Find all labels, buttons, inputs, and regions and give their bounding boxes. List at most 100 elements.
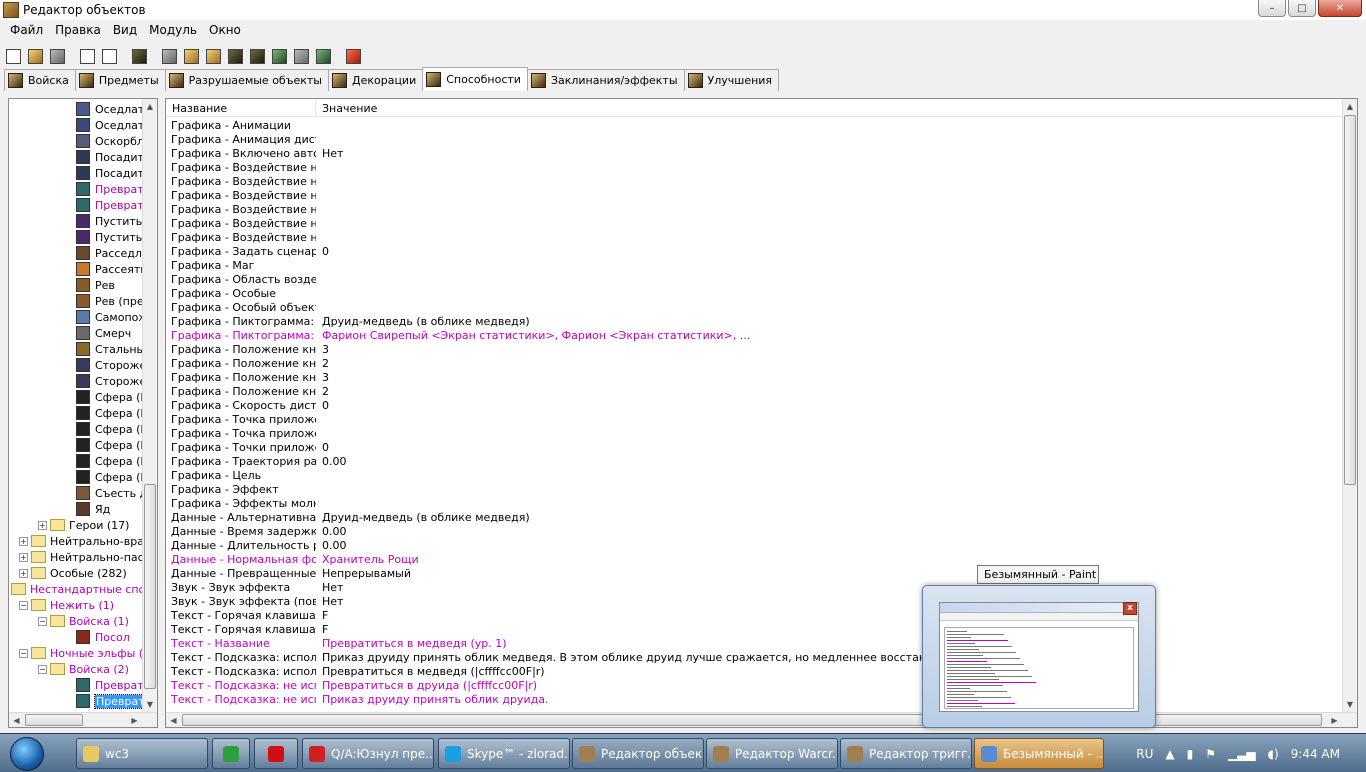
sound-editor-button[interactable]	[181, 46, 201, 66]
property-row[interactable]: Звук - Звук эффекта Нет	[166, 581, 1342, 595]
tree-item[interactable]: − Войска (2)	[9, 661, 144, 677]
tree-item[interactable]: − Войска (1)	[9, 613, 144, 629]
expand-icon[interactable]: +	[19, 536, 28, 546]
expand-icon[interactable]: +	[19, 552, 28, 562]
tree-item[interactable]: Оскорблен	[9, 133, 144, 149]
property-row[interactable]: Графика - Точка приложе...	[166, 427, 1342, 441]
network-icon[interactable]: ▁▃▅	[1228, 747, 1256, 761]
new-button[interactable]	[3, 46, 23, 66]
scroll-right-icon[interactable]: ▶	[1327, 716, 1342, 725]
property-row[interactable]: Графика - Траектория рак... 0.00	[166, 455, 1342, 469]
property-row[interactable]: Графика - Особые	[166, 287, 1342, 301]
tree-item[interactable]: Сфера (Воз	[9, 389, 144, 405]
property-row[interactable]: Графика - Воздействие на...	[166, 203, 1342, 217]
property-row[interactable]: Графика - Воздействие на...	[166, 161, 1342, 175]
tree-item[interactable]: Превратит	[9, 693, 144, 709]
property-row[interactable]: Графика - Эффекты молнии	[166, 497, 1342, 511]
tree-item[interactable]: + Герои (17)	[9, 517, 144, 533]
property-row[interactable]: Текст - Название Превратиться в медведя (…	[166, 637, 1342, 651]
column-name-header[interactable]: Название	[166, 101, 316, 117]
tree-horizontal-scrollbar[interactable]: ◀ ▶	[9, 712, 157, 727]
start-button[interactable]	[2, 735, 52, 772]
tree-item[interactable]: + Нейтрально-пасси	[9, 549, 144, 565]
property-row[interactable]: Графика - Задать сценари... 0	[166, 245, 1342, 259]
scroll-down-icon[interactable]: ▼	[143, 697, 157, 712]
object-tree[interactable]: Оседлать г Оседлать г Оскорблен Посадить л П…	[8, 98, 158, 728]
tree-item[interactable]: Оседлать г	[9, 101, 144, 117]
property-row[interactable]: Данные - Альтернативная... Друид-медведь …	[166, 511, 1342, 525]
tree-item[interactable]: Сфера (Воз	[9, 405, 144, 421]
language-indicator[interactable]: RU	[1136, 747, 1153, 761]
tree-item[interactable]: Пустить ко	[9, 213, 144, 229]
paste-button[interactable]	[99, 46, 119, 66]
property-row[interactable]: Текст - Подсказка: испол... Превратиться …	[166, 665, 1342, 679]
property-row[interactable]: Данные - Нормальная фо... Хранитель Рощи	[166, 553, 1342, 567]
property-row[interactable]: Графика - Анимации	[166, 119, 1342, 133]
taskbar-item[interactable]: Безымянный - ...	[974, 738, 1104, 769]
property-row[interactable]: Графика - Воздействие на...	[166, 175, 1342, 189]
tree-hscroll-thumb[interactable]	[25, 714, 83, 726]
tree-item[interactable]: Сфера (Воз	[9, 421, 144, 437]
property-row[interactable]: Графика - Точка приложе...	[166, 413, 1342, 427]
tree-item[interactable]: Расседлат	[9, 245, 144, 261]
object-editor-button[interactable]	[225, 46, 245, 66]
run-button[interactable]	[343, 46, 363, 66]
tab-0[interactable]: Войска	[4, 69, 76, 91]
tree-item[interactable]: − Нежить (1)	[9, 597, 144, 613]
property-row[interactable]: Текст - Горячая клавиша: ... F	[166, 623, 1342, 637]
clock[interactable]: 9:44 AM	[1291, 747, 1340, 761]
collapse-icon[interactable]: −	[38, 664, 47, 674]
property-row[interactable]: Текст - Горячая клавиша: ... F	[166, 609, 1342, 623]
copy-button[interactable]	[77, 46, 97, 66]
property-row[interactable]: Графика - Пиктограмма: н... Фарион Свиреп…	[166, 329, 1342, 343]
save-button[interactable]	[47, 46, 67, 66]
tree-item[interactable]: Превратит	[9, 181, 144, 197]
property-row[interactable]: Звук - Звук эффекта (повт... Нет	[166, 595, 1342, 609]
menu-view[interactable]: Вид	[107, 23, 143, 37]
taskbar-item[interactable]: Редактор тригг...	[840, 738, 972, 769]
scroll-up-icon[interactable]: ▲	[143, 99, 157, 114]
property-row[interactable]: Графика - Положение кно... 3	[166, 371, 1342, 385]
paint-window-thumbnail[interactable]	[939, 602, 1139, 712]
tree-item[interactable]: Рассеять ч	[9, 261, 144, 277]
taskbar-item[interactable]: Редактор Warcr...	[706, 738, 838, 769]
tree-item[interactable]: Превратит	[9, 677, 144, 693]
tree-item[interactable]: Сторожева	[9, 357, 144, 373]
property-row[interactable]: Текст - Подсказка: испол... Приказ друиду…	[166, 651, 1342, 665]
close-button[interactable]: ✕	[1318, 0, 1362, 17]
tree-item[interactable]: Нестандартные спосо	[9, 581, 144, 597]
menu-file[interactable]: Файл	[4, 23, 49, 37]
tree-item[interactable]: Самопожер	[9, 309, 144, 325]
preview-close-button[interactable]: x	[1123, 602, 1137, 615]
property-row[interactable]: Графика - Воздействие на...	[166, 217, 1342, 231]
tree-item[interactable]: Посол	[9, 629, 144, 645]
property-row[interactable]: Данные - Превращенные ... Непрерывамый	[166, 567, 1342, 581]
tray-expand-icon[interactable]: ▲	[1165, 747, 1174, 761]
expand-icon[interactable]: +	[38, 520, 47, 530]
tree-item[interactable]: Сфера (Воз	[9, 453, 144, 469]
trigger-editor-button[interactable]	[159, 46, 179, 66]
tree-item[interactable]: Съесть дер	[9, 485, 144, 501]
property-row[interactable]: Графика - Цель	[166, 469, 1342, 483]
scroll-up-icon[interactable]: ▲	[1343, 99, 1357, 114]
taskbar-item[interactable]: Q/A:Юзнул пре...	[302, 738, 434, 769]
tree-item[interactable]: Пустить ко	[9, 229, 144, 245]
collapse-icon[interactable]: −	[38, 616, 47, 626]
tree-item[interactable]: Посадить л	[9, 149, 144, 165]
tree-item[interactable]: Сторожева	[9, 373, 144, 389]
test-map-button[interactable]	[313, 46, 333, 66]
tree-item[interactable]: Яд	[9, 501, 144, 517]
scroll-left-icon[interactable]: ◀	[9, 716, 24, 725]
property-row[interactable]: Графика - Воздействие на...	[166, 189, 1342, 203]
menu-window[interactable]: Окно	[203, 23, 247, 37]
property-row[interactable]: Графика - Включено авто... Нет	[166, 147, 1342, 161]
tree-item[interactable]: − Ночные эльфы (2)	[9, 645, 144, 661]
tree-item[interactable]: Сфера (Воз	[9, 469, 144, 485]
terrain-editor-button[interactable]	[129, 46, 149, 66]
taskbar-item[interactable]: Редактор объек...	[572, 738, 704, 769]
tree-item[interactable]: Сфера (Воз	[9, 437, 144, 453]
taskbar-item[interactable]	[212, 738, 250, 769]
property-row[interactable]: Графика - Положение кно... 3	[166, 343, 1342, 357]
grid-horizontal-scrollbar[interactable]: ◀ ▶	[166, 712, 1357, 727]
tree-item[interactable]: Рев	[9, 277, 144, 293]
